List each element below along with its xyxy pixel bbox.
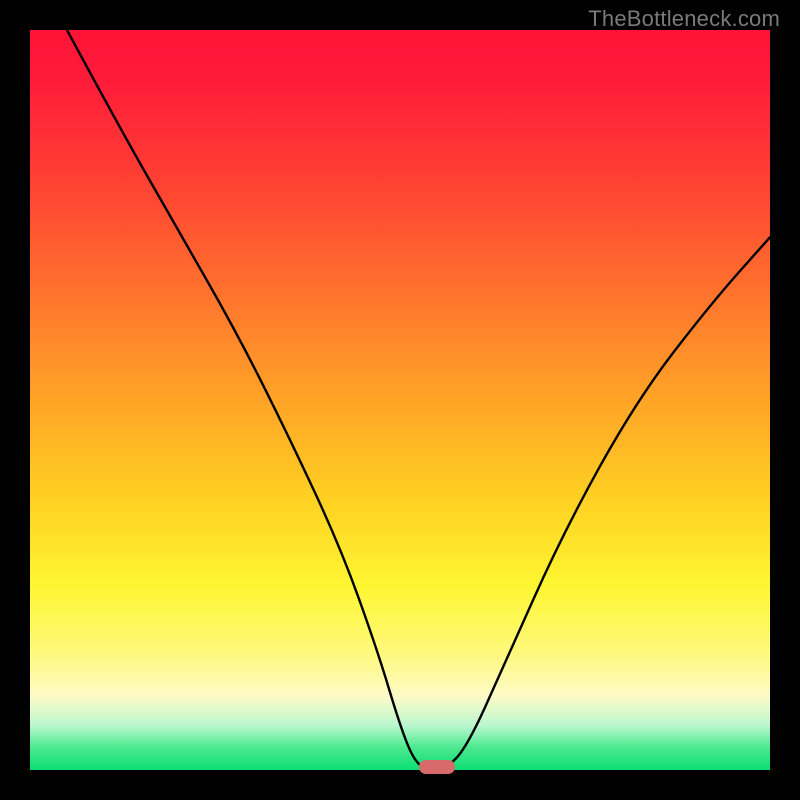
chart-frame: TheBottleneck.com [0, 0, 800, 800]
curve-path [67, 30, 770, 770]
watermark-text: TheBottleneck.com [588, 6, 780, 32]
plot-area [30, 30, 770, 770]
minimum-marker [419, 760, 455, 774]
bottleneck-curve [30, 30, 770, 770]
